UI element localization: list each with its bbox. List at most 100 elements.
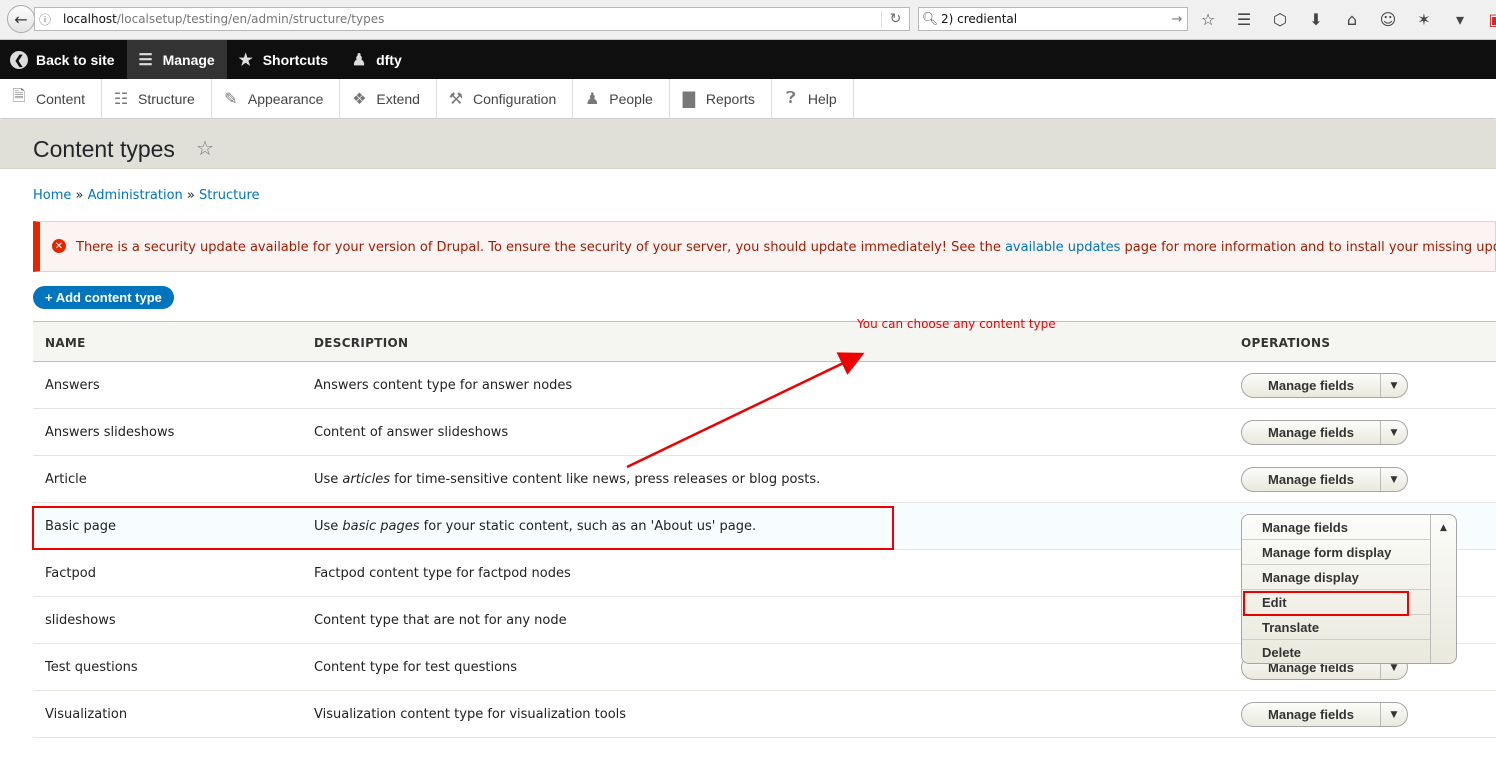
op-manage-fields[interactable]: Manage fields [1242, 515, 1430, 540]
wrench-icon: ⚒ [448, 90, 464, 108]
info-icon: ⓘ [38, 12, 51, 27]
page-title: Content types [33, 136, 175, 162]
row-description: Answers content type for answer nodes [314, 378, 572, 393]
user-label: dfty [376, 51, 402, 68]
user-icon: ♟ [351, 51, 367, 69]
desc-text: Content type that are not for any node [314, 613, 567, 628]
shortcut-star-icon[interactable]: ☆ [196, 136, 214, 160]
back-arrow-icon: ❮ [10, 50, 28, 69]
manage-fields-button[interactable]: Manage fields [1242, 421, 1381, 444]
smiley-icon[interactable]: ☺ [1376, 8, 1400, 30]
row-description: Factpod content type for factpod nodes [314, 566, 571, 581]
tray-item-reports[interactable]: ▇ Reports [670, 79, 772, 118]
security-alert: ✕ There is a security update available f… [33, 221, 1496, 272]
op-manage-form-display[interactable]: Manage form display [1242, 540, 1430, 565]
file-icon: 🗎︎ [12, 88, 26, 105]
tray-label: People [609, 90, 653, 107]
available-updates-link[interactable]: available updates [1005, 240, 1120, 255]
tray-item-people[interactable]: ♟ People [573, 79, 670, 118]
tray-label: Appearance [247, 90, 324, 107]
operations-dropbutton: Manage fields ▼ [1241, 702, 1408, 727]
tray-label: Help [807, 90, 837, 107]
manage-fields-button[interactable]: Manage fields [1242, 703, 1381, 726]
tray-item-extend[interactable]: ❖ Extend [340, 79, 437, 118]
new-badge-icon[interactable]: ▣ [1484, 8, 1496, 30]
manage-fields-button[interactable]: Manage fields [1242, 374, 1381, 397]
home-icon[interactable]: ⌂ [1340, 8, 1364, 30]
manage-fields-button[interactable]: Manage fields [1242, 468, 1381, 491]
manage-tab[interactable]: ☰ Manage [126, 40, 227, 79]
caret-down-icon[interactable]: ▼ [1381, 468, 1407, 491]
url-text[interactable]: localhost/localsetup/testing/en/admin/st… [55, 12, 881, 26]
url-host: localhost [63, 12, 117, 26]
admin-tray: 🗎︎ Content ☷ Structure ✎ Appearance ❖ Ex… [0, 79, 1496, 119]
breadcrumb: Home » Administration » Structure [33, 188, 260, 203]
tray-label: Structure [138, 90, 195, 107]
operations-dropdown-open: Manage fields Manage form display Manage… [1241, 514, 1457, 664]
reading-list-icon[interactable]: ☰ [1232, 8, 1256, 30]
caret-up-icon[interactable]: ▲ [1430, 515, 1456, 663]
browser-search-box[interactable]: 🔍︎ 2) crediental → [918, 7, 1188, 31]
operations-dropbutton: Manage fields ▼ [1241, 467, 1408, 492]
tray-item-appearance[interactable]: ✎ Appearance [212, 79, 341, 118]
add-content-type-button[interactable]: + Add content type [33, 286, 174, 309]
row-name: Visualization [45, 707, 128, 722]
caret-down-icon[interactable]: ▼ [1381, 703, 1407, 726]
row-name: Factpod [45, 566, 96, 581]
back-to-site-link[interactable]: ❮ Back to site [0, 40, 127, 79]
tray-item-content[interactable]: 🗎︎ Content [0, 79, 103, 118]
caret-down-icon[interactable]: ▼ [1381, 421, 1407, 444]
breadcrumb-separator: » [186, 188, 195, 203]
browser-icon-tray: ☆ ☰ ⬡ ⬇ ⌂ ☺ ✶ ▾ ▣ [1196, 8, 1496, 30]
breadcrumb-structure[interactable]: Structure [199, 188, 259, 203]
menu-chevron-icon[interactable]: ▾ [1448, 8, 1472, 30]
extension-icon[interactable]: ✶ [1412, 8, 1436, 30]
brush-icon: ✎ [224, 90, 238, 108]
desc-text: Visualization content type for visualiza… [314, 707, 627, 722]
row-description: Use articles for time-sensitive content … [314, 472, 820, 487]
table-row: Article Use articles for time-sensitive … [33, 456, 1496, 503]
row-description: Visualization content type for visualiza… [314, 707, 626, 722]
tray-item-structure[interactable]: ☷ Structure [102, 79, 212, 118]
user-tab[interactable]: ♟ dfty [340, 40, 414, 79]
header-description: DESCRIPTION [314, 336, 409, 350]
desc-emphasis: articles [342, 472, 390, 487]
table-row: Answers slideshows Content of answer sli… [33, 409, 1496, 456]
row-name: Answers slideshows [45, 425, 175, 440]
shortcuts-tab[interactable]: ★ Shortcuts [227, 40, 340, 79]
caret-down-icon[interactable]: ▼ [1381, 374, 1407, 397]
row-description: Content of answer slideshows [314, 425, 508, 440]
error-icon: ✕ [52, 239, 66, 253]
row-description: Content type that are not for any node [314, 613, 567, 628]
address-bar[interactable]: ⓘ localhost/localsetup/testing/en/admin/… [34, 7, 910, 31]
search-go-icon[interactable]: → [1167, 12, 1187, 27]
browser-toolbar: ← ⓘ localhost/localsetup/testing/en/admi… [0, 0, 1496, 40]
op-manage-display[interactable]: Manage display [1242, 565, 1430, 590]
annotation-highlight-row [32, 506, 894, 550]
download-icon[interactable]: ⬇ [1304, 8, 1328, 30]
tray-label: Extend [376, 90, 420, 107]
table-row: Visualization Visualization content type… [33, 691, 1496, 738]
breadcrumb-administration[interactable]: Administration [88, 188, 183, 203]
tray-item-configuration[interactable]: ⚒ Configuration [437, 79, 574, 118]
desc-text: Content type for test questions [314, 660, 518, 675]
reload-icon[interactable]: ↻ [881, 11, 909, 27]
bookmark-star-icon[interactable]: ☆ [1196, 8, 1220, 30]
search-icon: 🔍︎ [921, 11, 939, 27]
tray-item-help[interactable]: ❓︎ Help [772, 79, 854, 118]
arrow-left-icon: ← [14, 9, 28, 29]
op-translate[interactable]: Translate [1242, 615, 1430, 640]
search-input[interactable]: 2) crediental [941, 12, 1167, 26]
header-operations: OPERATIONS [1241, 336, 1331, 350]
tray-label: Content [36, 90, 86, 107]
op-delete[interactable]: Delete [1242, 640, 1430, 663]
pocket-icon[interactable]: ⬡ [1268, 8, 1292, 30]
tray-label: Reports [705, 90, 755, 107]
bar-chart-icon: ▇ [682, 90, 695, 108]
puzzle-icon: ❖ [352, 90, 367, 108]
browser-back-button[interactable]: ← [7, 5, 35, 33]
desc-text: Content of answer slideshows [314, 425, 509, 440]
page-header [0, 120, 1496, 169]
breadcrumb-home[interactable]: Home [33, 188, 71, 203]
annotation-highlight-edit [1243, 591, 1409, 616]
